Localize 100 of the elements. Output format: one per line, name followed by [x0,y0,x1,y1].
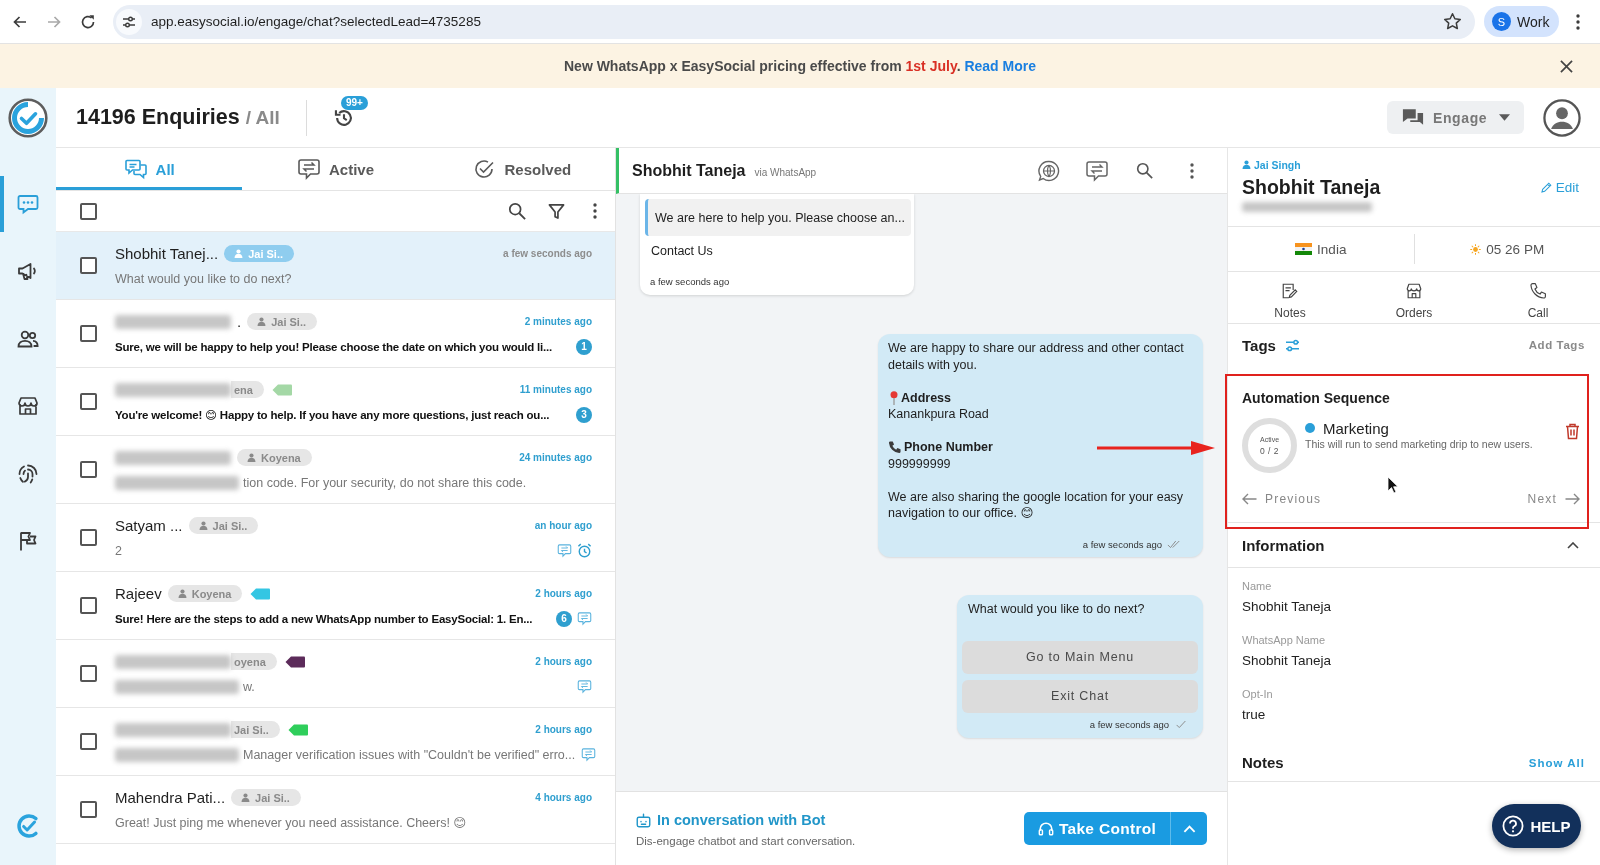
conversation-row[interactable]: Koyena 24 minutes ago tion code. For your security, do not share this code. [56,436,615,504]
row-checkbox[interactable] [80,665,97,682]
conversation-row[interactable]: . Jai Si.. 2 minutes ago Sure, we will be happy to help you! Please choose the date on which you would li... 1 [56,300,615,368]
message-text: Kanankpura Road [888,406,990,423]
action-button[interactable]: Notes [1228,272,1352,323]
more-icon[interactable] [1190,162,1194,179]
caret-up-icon [1182,824,1196,833]
unread-count-badge: 1 [576,338,592,355]
sliders-icon[interactable] [1284,338,1300,352]
swap-chat-icon [581,747,597,762]
row-checkbox[interactable] [80,393,97,410]
select-all-checkbox[interactable] [80,202,97,220]
conversation-row[interactable]: ena 11 minutes ago You're welcome! 😊 Happy to help. If you have any more questions, just reach ou... 3 [56,368,615,436]
read-more-link[interactable]: Read More [964,58,1036,74]
row-checkbox[interactable] [80,529,97,546]
robot-icon [636,812,651,828]
row-checkbox[interactable] [80,325,97,342]
field-value: Shobhit Taneja [1242,652,1333,670]
address-bar[interactable]: app.easysocial.io/engage/chat?selectedLead=4735285 [113,4,1475,39]
engage-dropdown[interactable]: Engage [1387,101,1524,134]
globe-chat-icon[interactable] [1037,158,1061,183]
timestamp: 2 minutes ago [524,316,592,327]
more-icon[interactable] [593,203,597,219]
person-icon [1242,160,1251,169]
sequence-description: This will run to send marketing drip to new users. [1305,438,1534,450]
user-avatar-icon[interactable] [1543,98,1581,137]
field-label: WhatsApp Name [1242,633,1327,647]
action-button[interactable]: Call [1476,272,1600,323]
timestamp: 4 hours ago [535,792,592,803]
section-heading: Address [901,389,952,406]
pencil-icon [1540,181,1552,193]
trash-icon[interactable] [1565,423,1580,440]
help-button[interactable]: HELP [1492,804,1581,848]
row-checkbox[interactable] [80,733,97,750]
question-icon [1502,815,1525,837]
contact-name: Mahendra Pati... [115,789,226,806]
swap-chat-icon [557,543,572,558]
expand-menu-button[interactable] [1170,812,1207,845]
action-button[interactable]: Orders [1352,272,1476,323]
timestamp: a few seconds ago [503,248,592,259]
status-dot-icon [1305,423,1315,433]
message-time: a few seconds ago [1089,719,1169,730]
person-icon [198,521,208,530]
person-icon [241,793,251,802]
message-preview: You're welcome! 😊 Happy to help. If you have any more questions, just reach ou... [115,407,550,422]
arrow-right-icon [1565,493,1580,505]
next-button[interactable]: Next [1527,489,1580,509]
chat-contact-name: Shobhit Taneja [632,161,746,180]
conversation-row[interactable]: Rajeev Koyena 2 hours ago Sure! Here are the steps to add a new WhatsApp number to EasySocial: 1. En... 6 [56,572,615,640]
section-heading: Phone Number [904,439,993,456]
row-checkbox[interactable] [80,801,97,818]
quoted-text: We are here to help you. Please choose an... [655,210,905,225]
search-icon[interactable] [1136,162,1153,179]
close-icon[interactable] [1560,59,1573,73]
contact-name: Rajeev [115,585,162,602]
conversation-row[interactable]: Jai Si.. 2 hours ago Manager verification issues with "Couldn't be verified" erro... [56,708,615,776]
url-text: app.easysocial.io/engage/chat?selectedLead=4735285 [151,14,481,29]
message-preview: What would you like to do next? [115,271,292,286]
add-tags-link[interactable]: Add Tags [1528,339,1585,351]
person-icon [234,249,244,258]
swap-chat-icon [577,611,592,626]
agent-name: ena [234,383,253,396]
contact-name: Shobhit Taneja [1242,175,1381,199]
filter-tab[interactable]: Active [242,148,429,190]
bot-status-subtitle: Dis-engage chatbot and start conversation. [636,835,856,847]
arrow-left-icon [1242,493,1257,505]
row-checkbox[interactable] [80,597,97,614]
quick-reply-button[interactable]: Go to Main Menu [962,640,1198,674]
quick-reply-button[interactable]: Exit Chat [962,679,1198,713]
message-text: Contact Us [651,243,714,259]
timestamp: 2 hours ago [535,656,592,667]
message-time: a few seconds ago [650,276,731,288]
person-icon [177,589,187,598]
caret-icon [1499,114,1510,121]
conversation-row[interactable]: Mahendra Pati... Jai Si.. 4 hours ago Great! Just ping me whenever you need assistance. Cheers! 😊 [56,776,615,844]
previous-button[interactable]: Previous [1242,489,1322,509]
reload-icon[interactable] [80,13,96,30]
bot-status-title: In conversation with Bot [657,812,826,828]
swap-chat-icon [577,679,592,694]
profile-button[interactable]: S Work [1484,6,1559,37]
row-checkbox[interactable] [80,461,97,478]
filter-icon[interactable] [548,202,565,220]
search-icon[interactable] [508,202,526,220]
filter-tab[interactable]: Resolved [428,148,615,190]
conversation-row[interactable]: Satyam ... Jai Si.. an hour ago 2 [56,504,615,572]
site-settings-icon[interactable] [116,8,142,35]
field-label: Name [1242,579,1273,593]
chevron-icon[interactable] [1567,541,1579,549]
bookmark-star-icon[interactable] [1443,12,1462,31]
contact-name: . [237,313,242,330]
logo-icon[interactable] [8,98,48,138]
conversation-row[interactable]: Shobhit Tanej... Jai Si.. a few seconds ago What would you like to do next? [56,232,615,300]
menu-icon[interactable] [1576,13,1580,30]
headset-icon [1037,820,1054,837]
field-label: Opt-In [1242,687,1274,701]
swap-chat-icon[interactable] [1085,158,1109,183]
conversation-row[interactable]: oyena 2 hours ago w. [56,640,615,708]
agent-name: Jai Si.. [248,247,283,260]
row-checkbox[interactable] [80,257,97,274]
unread-count-badge: 3 [576,406,592,423]
